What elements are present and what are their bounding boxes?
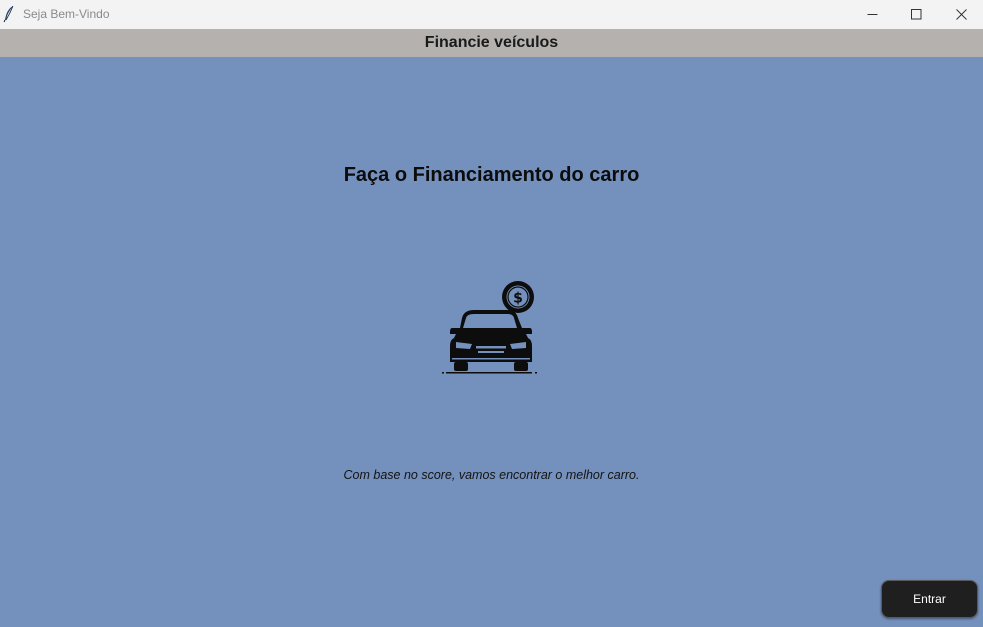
maximize-icon (910, 9, 922, 20)
svg-text:$: $ (513, 291, 523, 307)
page-title: Faça o Financiamento do carro (343, 164, 640, 186)
app-window: Seja Bem-Vindo Financie veículos Faça o … (0, 0, 983, 627)
page-subtitle: Com base no score, vamos encontrar o mel… (343, 468, 640, 482)
close-icon (955, 9, 967, 20)
window-title: Seja Bem-Vindo (23, 7, 110, 21)
enter-button[interactable]: Entrar (881, 580, 978, 618)
maximize-button[interactable] (893, 0, 939, 29)
car-with-dollar-coin-icon: $ (440, 278, 540, 376)
minimize-icon (867, 9, 878, 20)
minimize-button[interactable] (849, 0, 895, 29)
close-button[interactable] (938, 0, 983, 29)
feather-icon (3, 5, 15, 23)
header-title: Financie veículos (0, 29, 983, 57)
window-titlebar[interactable]: Seja Bem-Vindo (0, 0, 983, 29)
